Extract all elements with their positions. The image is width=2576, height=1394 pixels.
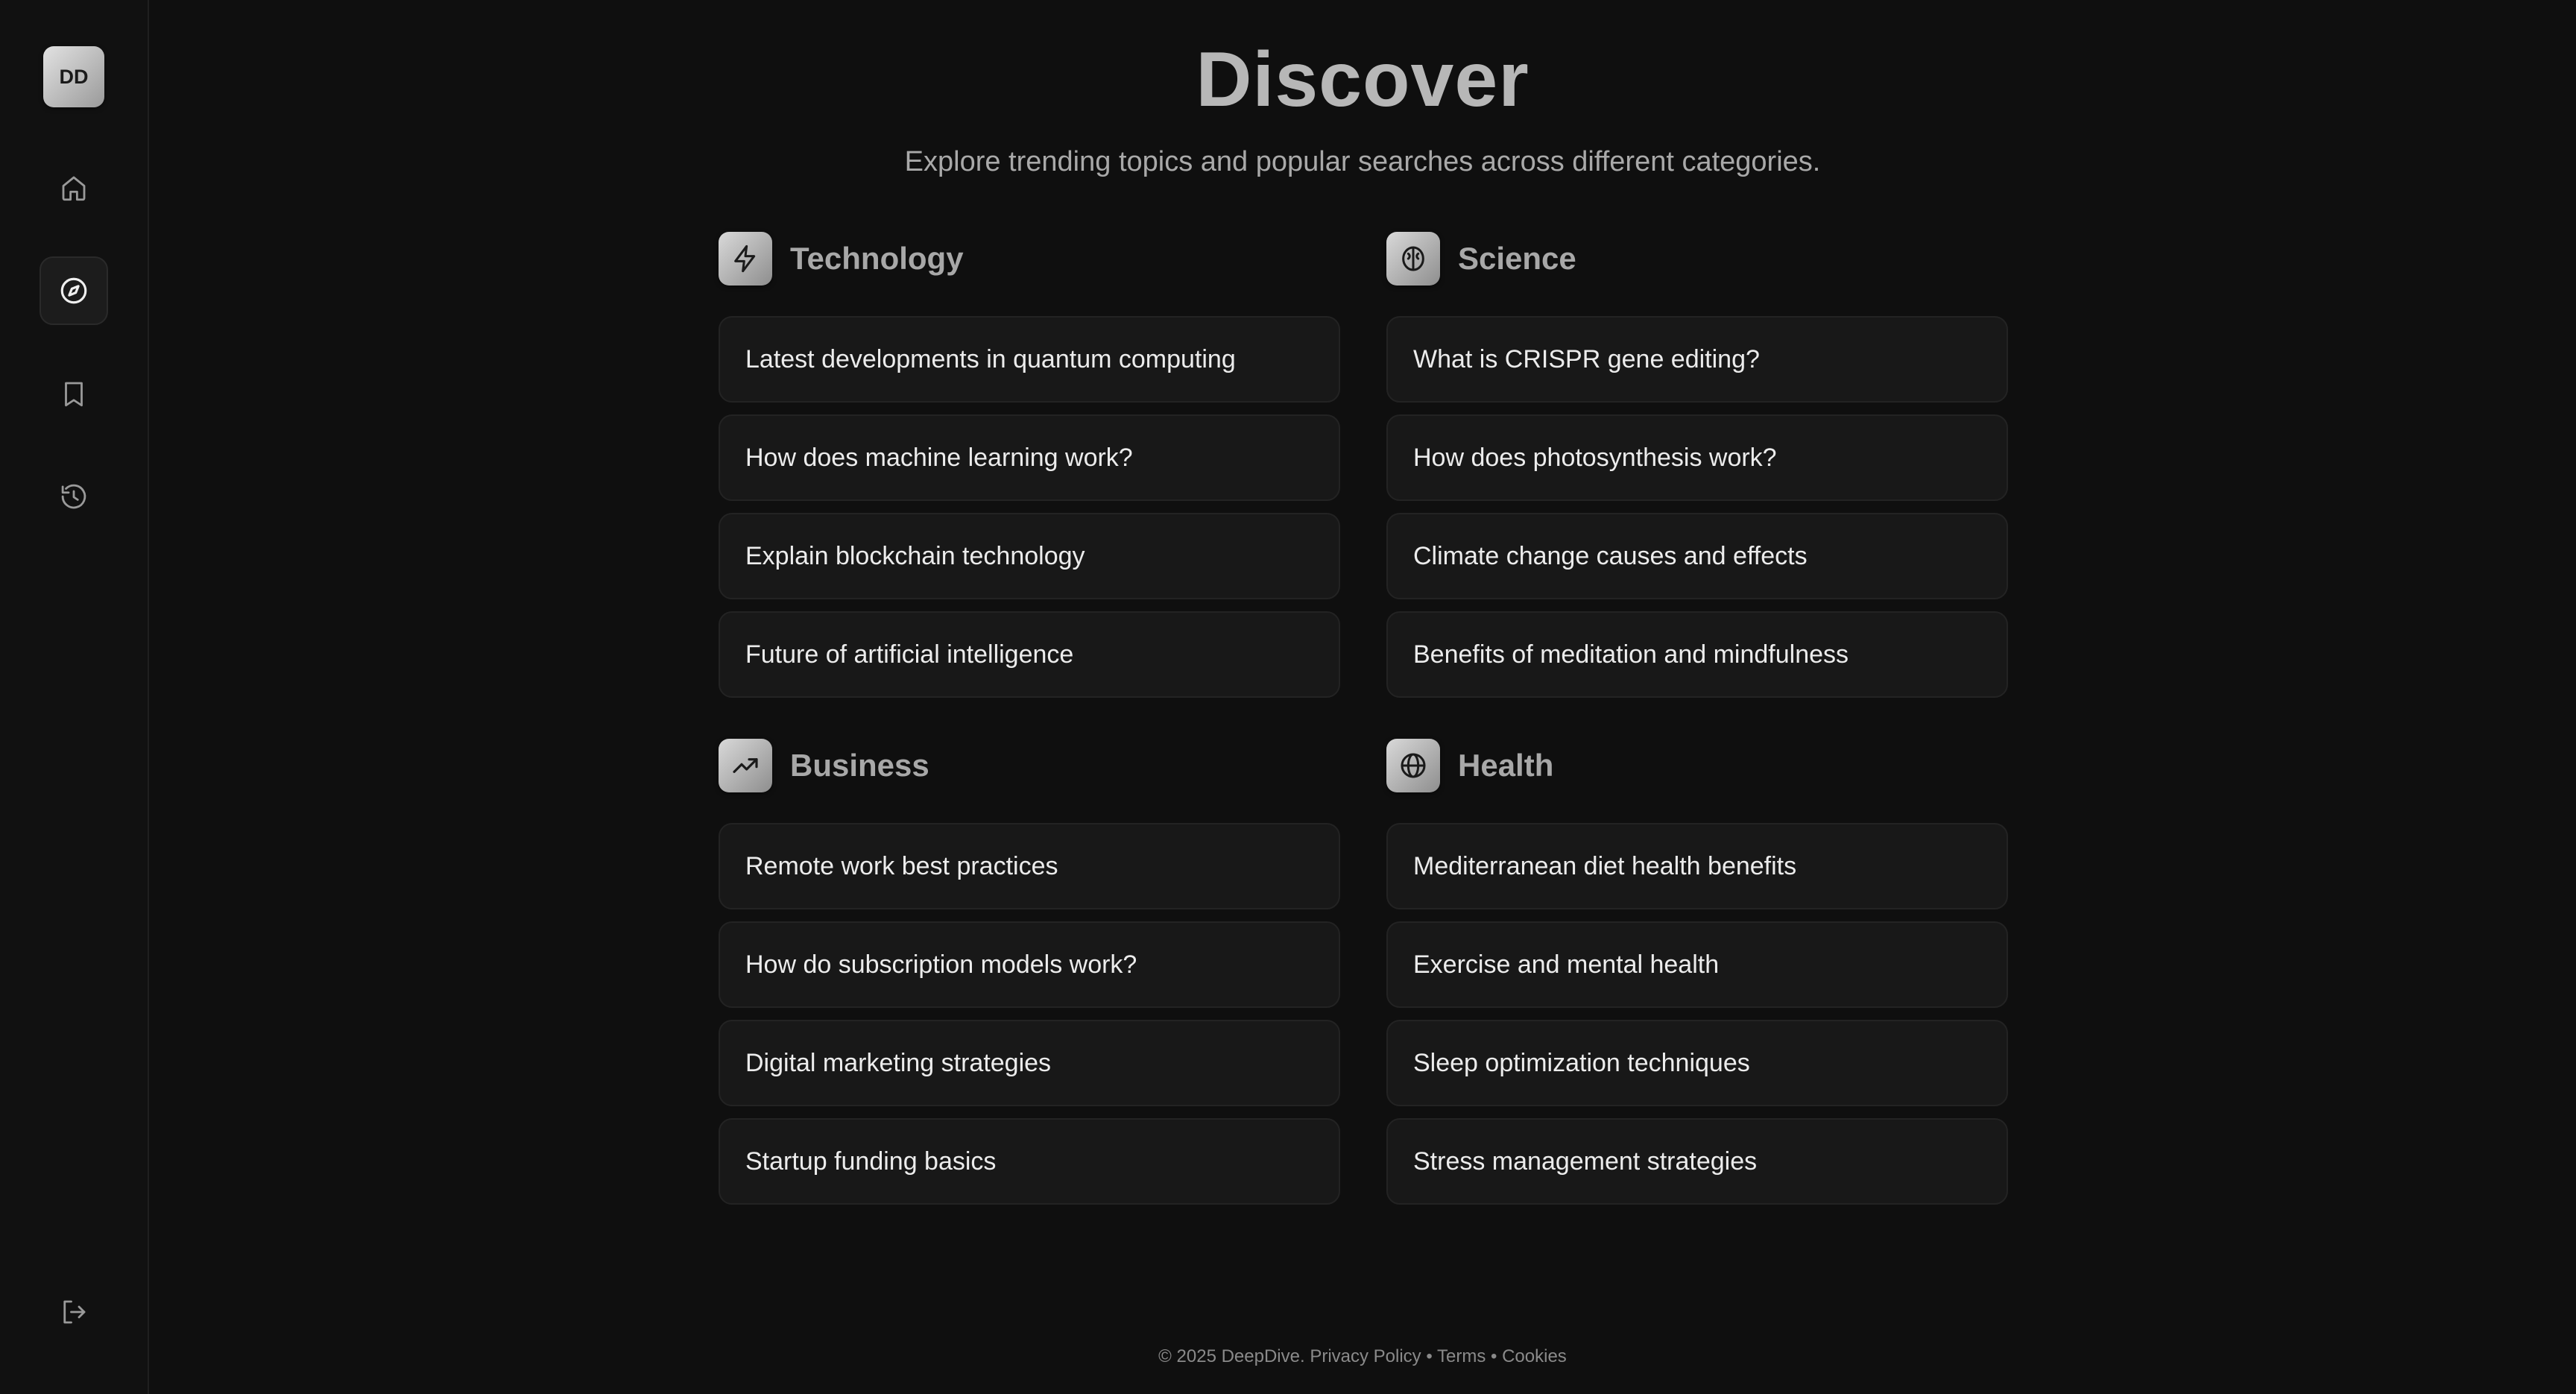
- topic-item[interactable]: Sleep optimization techniques: [1386, 1020, 2008, 1106]
- page-subtitle: Explore trending topics and popular sear…: [904, 146, 1821, 177]
- topic-item[interactable]: What is CRISPR gene editing?: [1386, 316, 2008, 403]
- topic-item[interactable]: Startup funding basics: [719, 1118, 1340, 1205]
- category-technology: Technology Latest developments in quantu…: [719, 231, 1340, 710]
- category-title: Science: [1458, 241, 1576, 276]
- sidebar: DD: [0, 0, 149, 1394]
- footer: © 2025 DeepDive. Privacy Policy • Terms …: [149, 1346, 2576, 1367]
- topic-item[interactable]: Climate change causes and effects: [1386, 513, 2008, 599]
- page-title: Discover: [1196, 37, 1530, 123]
- topic-item[interactable]: How does machine learning work?: [719, 414, 1340, 501]
- topic-item[interactable]: Exercise and mental health: [1386, 921, 2008, 1008]
- trending-up-icon: [719, 739, 772, 792]
- topic-item[interactable]: Remote work best practices: [719, 823, 1340, 909]
- avatar[interactable]: DD: [43, 46, 104, 107]
- category-title: Business: [790, 748, 929, 783]
- topic-item[interactable]: Latest developments in quantum computing: [719, 316, 1340, 403]
- globe-icon: [1386, 739, 1440, 792]
- category-header: Business: [719, 738, 1340, 793]
- topic-item[interactable]: Future of artificial intelligence: [719, 611, 1340, 698]
- topic-item[interactable]: Mediterranean diet health benefits: [1386, 823, 2008, 909]
- topic-item[interactable]: Benefits of meditation and mindfulness: [1386, 611, 2008, 698]
- nav-history[interactable]: [40, 462, 108, 531]
- topic-item[interactable]: How do subscription models work?: [719, 921, 1340, 1008]
- nav-discover[interactable]: [40, 256, 108, 325]
- brain-icon: [1386, 232, 1440, 286]
- category-health: Health Mediterranean diet health benefit…: [1386, 738, 2008, 1217]
- bookmark-icon: [65, 382, 83, 407]
- footer-separator: •: [1491, 1346, 1497, 1366]
- topic-item[interactable]: How does photosynthesis work?: [1386, 414, 2008, 501]
- category-title: Technology: [790, 241, 964, 276]
- category-header: Technology: [719, 231, 1340, 286]
- nav-home[interactable]: [40, 154, 108, 222]
- category-header: Science: [1386, 231, 2008, 286]
- cookies-link[interactable]: Cookies: [1502, 1346, 1567, 1366]
- logout-icon: [63, 1300, 86, 1324]
- category-title: Health: [1458, 748, 1554, 783]
- topic-item[interactable]: Stress management strategies: [1386, 1118, 2008, 1205]
- main-content: Discover Explore trending topics and pop…: [149, 0, 2576, 1394]
- zap-icon: [719, 232, 772, 286]
- logout-button[interactable]: [40, 1278, 108, 1346]
- nav-bookmarks[interactable]: [40, 359, 108, 428]
- home-icon: [62, 176, 86, 201]
- history-icon: [61, 484, 86, 509]
- privacy-policy-link[interactable]: Privacy Policy: [1310, 1346, 1421, 1366]
- category-business: Business Remote work best practices How …: [719, 738, 1340, 1217]
- category-header: Health: [1386, 738, 2008, 793]
- topic-item[interactable]: Digital marketing strategies: [719, 1020, 1340, 1106]
- compass-icon: [60, 277, 87, 304]
- topic-item[interactable]: Explain blockchain technology: [719, 513, 1340, 599]
- footer-separator: •: [1426, 1346, 1433, 1366]
- terms-link[interactable]: Terms: [1437, 1346, 1486, 1366]
- copyright-text: © 2025 DeepDive.: [1158, 1346, 1305, 1366]
- category-science: Science What is CRISPR gene editing? How…: [1386, 231, 2008, 710]
